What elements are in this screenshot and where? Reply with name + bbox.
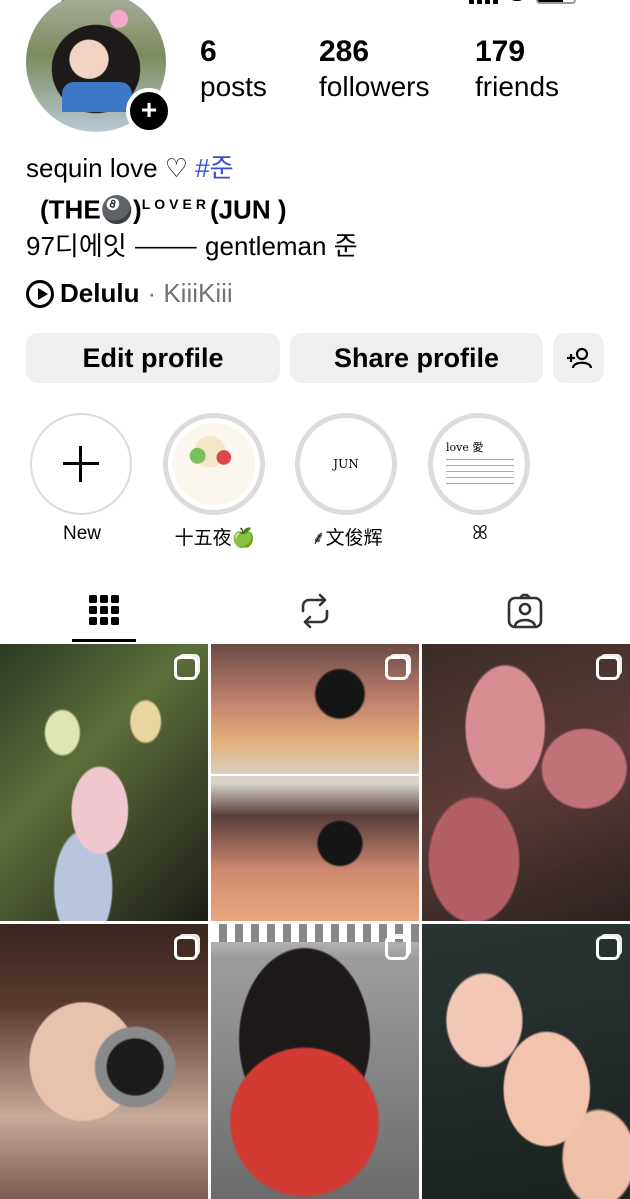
repost-icon: [301, 593, 329, 629]
plus-icon: [63, 446, 99, 482]
discover-people-button[interactable]: [553, 333, 604, 383]
highlight-label: 十五夜🍏: [174, 528, 256, 549]
stat-value: 6: [200, 35, 217, 68]
carousel-icon: [385, 936, 409, 960]
carousel-icon: [174, 656, 198, 680]
add-person-icon: [566, 347, 592, 369]
stat-label: posts: [200, 71, 267, 102]
highlight-item[interactable]: love 愛 ꕤ: [428, 413, 532, 545]
highlight-ring: [30, 413, 132, 515]
post-divider: [211, 774, 419, 776]
highlight-cover: JUN: [305, 423, 387, 505]
battery-icon: [536, 0, 576, 4]
highlight-label: New: [62, 523, 101, 544]
signal-icon: [469, 0, 498, 4]
wifi-icon: [508, 0, 526, 1]
profile-avatar[interactable]: +: [26, 0, 172, 134]
edit-profile-button[interactable]: Edit profile: [26, 333, 280, 383]
carousel-icon: [174, 936, 198, 960]
stat-posts[interactable]: 6 posts: [200, 34, 267, 104]
highlight-cover: love 愛: [438, 423, 520, 505]
highlight-label: ⸙文俊辉: [311, 528, 383, 549]
stat-label: friends: [475, 71, 560, 102]
profile-tabs: [0, 580, 630, 642]
post-thumbnail[interactable]: [422, 924, 630, 1199]
bio-line: (THE🎱)LOVER(JUN ): [26, 186, 358, 228]
highlight-item[interactable]: 十五夜🍏: [163, 413, 267, 550]
highlight-new[interactable]: New: [30, 413, 134, 545]
highlight-ring: [163, 413, 265, 515]
stat-friends[interactable]: 179 friends: [475, 34, 559, 104]
stat-followers[interactable]: 286 followers: [319, 34, 429, 104]
bio-hashtag-link[interactable]: #준: [195, 153, 233, 183]
highlight-cover-text: JUN: [333, 457, 359, 471]
bio-text: (JUN ): [209, 194, 287, 225]
profile-music[interactable]: Delulu · KiiiKiii: [26, 278, 233, 309]
bio-line: 97디에잇 ⸻ gentleman 준: [26, 230, 358, 261]
tab-reposts[interactable]: [283, 586, 347, 636]
tab-tagged[interactable]: [493, 586, 557, 636]
status-icons: [469, 0, 576, 4]
post-thumbnail[interactable]: [211, 644, 419, 921]
tagged-icon: [507, 593, 543, 629]
play-icon: [26, 279, 54, 308]
bio-text: sequin love ♡: [26, 153, 196, 183]
stat-value: 286: [319, 35, 370, 68]
highlight-label: ꕤ: [472, 523, 488, 544]
carousel-icon: [596, 936, 620, 960]
avatar-detail: [110, 10, 128, 28]
highlight-cover: [173, 423, 255, 505]
post-thumbnail[interactable]: [211, 924, 419, 1199]
add-story-icon[interactable]: +: [126, 88, 172, 134]
bio-line: sequin love ♡ #준: [26, 150, 358, 186]
highlight-ring: JUN: [295, 413, 397, 515]
tab-posts-grid[interactable]: [72, 580, 136, 642]
grid-icon: [89, 594, 119, 625]
highlight-ring: love 愛: [428, 413, 530, 515]
music-song: Delulu: [60, 278, 140, 308]
music-artist: · KiiiKiii: [147, 278, 233, 308]
profile-bio: sequin love ♡ #준 (THE🎱)LOVER(JUN ) 97디에잇…: [26, 150, 358, 264]
bio-text: (THE🎱): [40, 194, 142, 225]
carousel-icon: [385, 656, 409, 680]
highlight-item[interactable]: JUN ⸙文俊辉: [295, 413, 399, 550]
post-thumbnail[interactable]: [422, 644, 630, 921]
bio-text-superscript: LOVER: [141, 196, 210, 212]
stat-value: 179: [475, 35, 526, 68]
carousel-icon: [596, 656, 620, 680]
highlight-cover-text: love 愛: [446, 441, 484, 454]
stat-label: followers: [319, 71, 430, 102]
post-thumbnail[interactable]: [0, 924, 208, 1199]
post-thumbnail[interactable]: [0, 644, 208, 921]
highlight-cover-lines: [446, 459, 514, 485]
share-profile-button[interactable]: Share profile: [290, 333, 543, 383]
avatar-detail: [62, 82, 132, 112]
